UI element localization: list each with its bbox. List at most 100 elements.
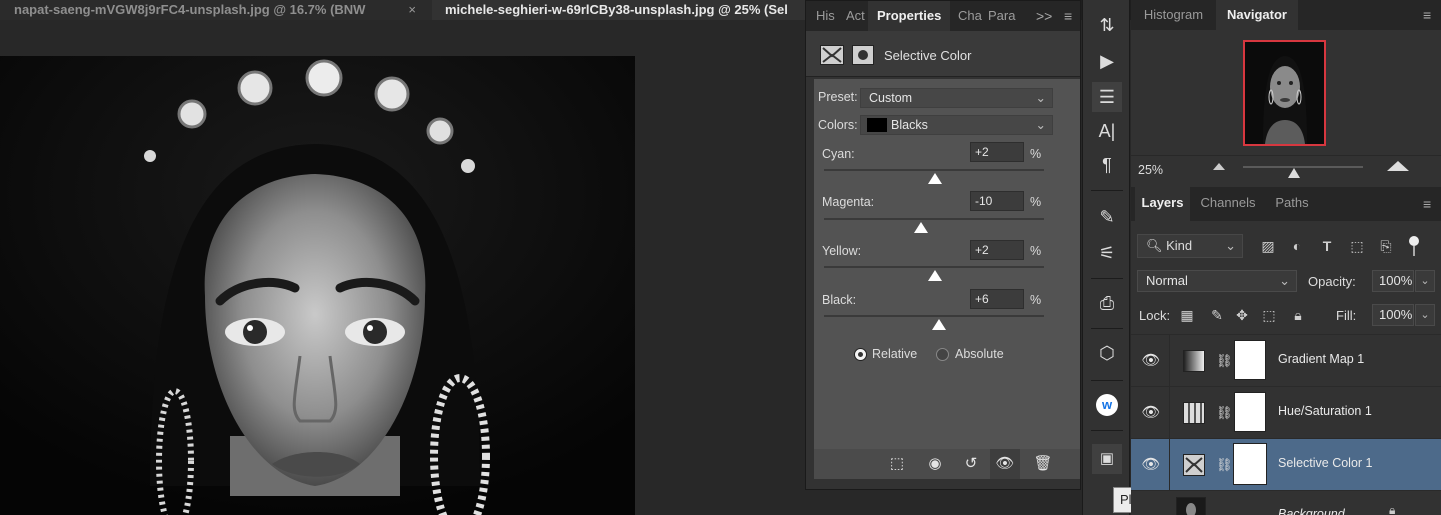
filter-toggle-icon[interactable] [1409, 236, 1419, 246]
blend-mode-dropdown[interactable]: Normal ⌄ [1137, 270, 1297, 292]
link-chain-icon[interactable]: ⛓ [1216, 349, 1233, 373]
layer-mask-thumbnail[interactable] [1234, 392, 1266, 432]
zoom-out-icon[interactable] [1213, 163, 1225, 170]
brushes-icon[interactable]: ✎ [1092, 202, 1122, 232]
zoom-slider-thumb[interactable] [1288, 168, 1300, 178]
document-tab-napat[interactable]: napat-saeng-mVGW8j9rFC4-unsplash.jpg @ 1… [0, 0, 432, 20]
mask-icon[interactable] [852, 45, 874, 65]
adjustments-properties-icon[interactable]: ☰ [1092, 82, 1122, 112]
black-value-input[interactable]: +6 [970, 289, 1024, 309]
lock-all-icon[interactable]: 🔒︎ [1289, 306, 1307, 324]
layer-mask-thumbnail[interactable] [1233, 443, 1267, 485]
layer-row-background[interactable]: Background 🔒︎ [1131, 490, 1441, 515]
history-brush-icon[interactable]: ⇅ [1092, 10, 1122, 40]
panel-menu-icon[interactable]: ≡ [1064, 1, 1072, 31]
panel-overflow-icon[interactable]: >> [1036, 1, 1052, 31]
document-tab-michele[interactable]: michele-seghieri-w-69rlCBy38-unsplash.jp… [432, 0, 807, 20]
black-slider-thumb[interactable] [932, 319, 946, 330]
filter-pixel-icon[interactable]: ▨ [1259, 237, 1277, 255]
navigator-zoom-value[interactable]: 25% [1138, 163, 1163, 177]
filter-type-icon[interactable]: T [1318, 237, 1336, 255]
properties-tab-bar: His Act Properties Cha Para >> ≡ [806, 1, 1080, 31]
tab-paths[interactable]: Paths [1267, 187, 1317, 221]
chevron-down-icon[interactable]: ⌄ [1415, 270, 1435, 292]
magenta-value-input[interactable]: -10 [970, 191, 1024, 211]
magenta-slider-thumb[interactable] [914, 222, 928, 233]
link-chain-icon[interactable]: ⛓ [1216, 453, 1233, 477]
opacity-input[interactable]: 100% [1372, 270, 1414, 292]
preset-label: Preset: [818, 90, 858, 104]
lock-label: Lock: [1139, 308, 1171, 323]
visibility-eye-icon[interactable]: 👁 [1141, 351, 1161, 371]
preset-dropdown[interactable]: Custom ⌄ [860, 88, 1053, 108]
absolute-label[interactable]: Absolute [955, 347, 1004, 361]
reset-icon[interactable]: ↺ [956, 449, 986, 479]
layer-row-gradient-map[interactable]: 👁 ⛓ Gradient Map 1 [1131, 334, 1441, 387]
clip-to-layer-icon[interactable]: ⬚ [882, 449, 912, 479]
paragraph-icon[interactable]: ¶ [1092, 150, 1122, 180]
layer-mask-thumbnail[interactable] [1234, 340, 1266, 380]
filter-smart-object-icon[interactable]: ⎘ [1377, 237, 1395, 255]
clone-source-icon[interactable]: ⎙ [1092, 288, 1122, 318]
cyan-slider-thumb[interactable] [928, 173, 942, 184]
tab-paragraph[interactable]: Para [988, 1, 1016, 31]
character-icon[interactable]: A| [1092, 116, 1122, 146]
relative-label[interactable]: Relative [872, 347, 917, 361]
tab-properties[interactable]: Properties [868, 1, 950, 31]
visibility-eye-icon[interactable]: 👁 [990, 449, 1020, 479]
separator [1091, 380, 1123, 381]
3d-cube-icon[interactable]: ⬡ [1092, 338, 1122, 368]
tab-histogram[interactable]: Histogram [1131, 0, 1216, 30]
visibility-eye-icon[interactable]: 👁 [1141, 455, 1161, 475]
yellow-slider-thumb[interactable] [928, 270, 942, 281]
brush-settings-icon[interactable]: ⚟ [1092, 238, 1122, 268]
colors-dropdown[interactable]: Blacks ⌄ [860, 115, 1053, 135]
lock-artboard-icon[interactable]: ⬚ [1260, 306, 1278, 324]
absolute-radio[interactable] [936, 348, 949, 361]
filter-kind-dropdown[interactable]: 🔍︎ Kind ⌄ [1137, 234, 1243, 258]
magenta-unit: % [1030, 195, 1042, 209]
tab-character[interactable]: Cha [958, 1, 982, 31]
lock-transparent-icon[interactable]: ▦ [1178, 306, 1196, 324]
panel-menu-icon[interactable]: ≡ [1423, 189, 1431, 219]
tab-navigator[interactable]: Navigator [1216, 0, 1298, 30]
layer-name[interactable]: Hue/Saturation 1 [1278, 404, 1372, 418]
chevron-down-icon[interactable]: ⌄ [1415, 304, 1435, 326]
lock-paint-icon[interactable]: ✎ [1208, 306, 1226, 324]
lock-position-icon[interactable]: ✥ [1233, 306, 1251, 324]
plugins-icon[interactable]: ▣ [1092, 444, 1122, 474]
relative-radio[interactable] [854, 348, 867, 361]
magenta-slider-track[interactable] [824, 218, 1044, 220]
tab-channels[interactable]: Channels [1193, 187, 1263, 221]
panel-menu-icon[interactable]: ≡ [1423, 0, 1431, 30]
plugin-w-icon[interactable]: w [1096, 394, 1118, 416]
fill-input[interactable]: 100% [1372, 304, 1414, 326]
layer-name[interactable]: Gradient Map 1 [1278, 352, 1364, 366]
zoom-in-icon[interactable] [1387, 161, 1409, 171]
chevron-down-icon: ⌄ [1279, 273, 1290, 288]
black-slider-track[interactable] [824, 315, 1044, 317]
trash-icon[interactable]: 🗑 [1028, 449, 1058, 479]
tab-layers[interactable]: Layers [1135, 187, 1190, 221]
selective-color-icon[interactable] [820, 45, 844, 65]
layer-name[interactable]: Background [1278, 507, 1345, 515]
view-previous-state-icon[interactable]: ◉ [920, 449, 950, 479]
filter-shape-icon[interactable]: ⬚ [1348, 237, 1366, 255]
filter-adjustment-icon[interactable]: ◐ [1288, 237, 1306, 255]
cyan-slider-track[interactable] [824, 169, 1044, 171]
portrait-photo[interactable] [0, 56, 635, 515]
layer-row-selective-color[interactable]: 👁 ⛓ Selective Color 1 [1131, 438, 1441, 491]
tab-history[interactable]: His [816, 1, 838, 31]
zoom-slider-track[interactable] [1243, 166, 1363, 168]
close-icon[interactable]: × [408, 0, 416, 19]
play-actions-icon[interactable]: ▶ [1092, 46, 1122, 76]
visibility-eye-icon[interactable]: 👁 [1141, 403, 1161, 423]
layer-name[interactable]: Selective Color 1 [1278, 456, 1373, 470]
cyan-value-input[interactable]: +2 [970, 142, 1024, 162]
yellow-value-input[interactable]: +2 [970, 240, 1024, 260]
layer-row-hue-saturation[interactable]: 👁 ⛓ Hue/Saturation 1 [1131, 386, 1441, 439]
yellow-slider-track[interactable] [824, 266, 1044, 268]
tab-actions[interactable]: Act [846, 1, 868, 31]
navigator-thumbnail[interactable] [1243, 40, 1326, 146]
link-chain-icon[interactable]: ⛓ [1216, 401, 1233, 425]
